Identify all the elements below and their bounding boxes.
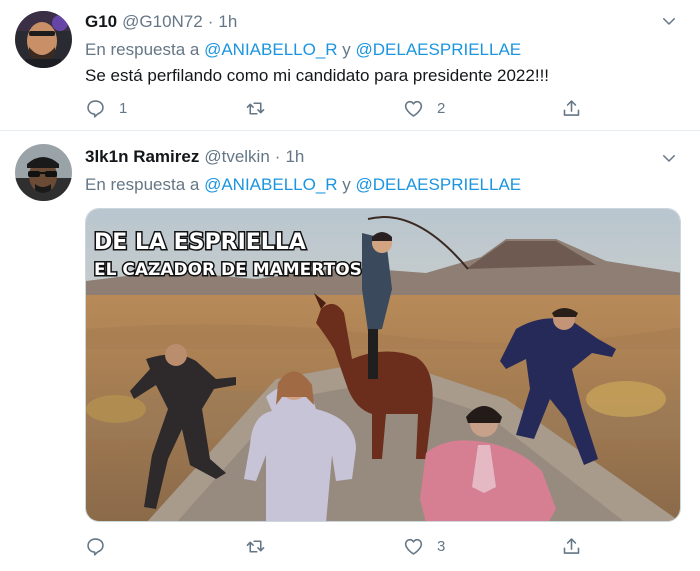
mention-link[interactable]: @ANIABELLO_R xyxy=(204,175,337,194)
reply-button[interactable]: 1 xyxy=(85,96,127,120)
chevron-down-icon[interactable] xyxy=(660,149,678,167)
reply-context: En respuesta a @ANIABELLO_R y @DELAESPRI… xyxy=(85,175,521,195)
share-icon xyxy=(563,537,580,554)
like-icon xyxy=(404,100,423,117)
user-handle[interactable]: @tvelkin xyxy=(204,147,269,167)
separator-dot: · xyxy=(274,147,281,166)
reply-prefix: En respuesta a xyxy=(85,40,205,59)
like-count: 3 xyxy=(437,537,446,555)
reply-button[interactable] xyxy=(85,534,119,558)
tweet-media-image[interactable]: DE LA ESPRIELLA EL CAZADOR DE MAMERTOS xyxy=(85,208,681,522)
meme-caption-title: DE LA ESPRIELLA xyxy=(94,230,306,255)
tweet-header: G10 @G10N72 · 1h xyxy=(85,12,237,34)
share-button[interactable] xyxy=(561,534,582,558)
like-icon xyxy=(404,538,423,555)
tweet-actions: 1 2 xyxy=(85,96,585,120)
separator-dot: · xyxy=(207,12,214,31)
meme-image: DE LA ESPRIELLA EL CAZADOR DE MAMERTOS xyxy=(86,209,680,521)
retweet-icon xyxy=(246,101,265,115)
reply-count: 1 xyxy=(119,99,128,117)
retweet-button[interactable] xyxy=(245,534,279,558)
meme-caption-subtitle: EL CAZADOR DE MAMERTOS xyxy=(94,260,362,280)
tweet-header: 3lk1n Ramirez @tvelkin · 1h xyxy=(85,147,304,169)
tweet-text: Se está perfilando como mi candidato par… xyxy=(85,66,550,85)
reply-prefix: En respuesta a xyxy=(85,175,205,194)
timestamp[interactable]: 1h xyxy=(285,147,304,167)
like-button[interactable]: 2 xyxy=(403,96,445,120)
reply-icon xyxy=(87,99,104,118)
like-count: 2 xyxy=(437,99,446,117)
user-handle[interactable]: @G10N72 xyxy=(122,12,203,32)
tweet[interactable]: 3lk1n Ramirez @tvelkin · 1h En respuesta… xyxy=(0,132,700,571)
display-name[interactable]: G10 xyxy=(85,12,117,32)
mention-link[interactable]: @DELAESPRIELLAE xyxy=(356,40,522,59)
reply-joiner: y xyxy=(337,175,356,194)
avatar[interactable] xyxy=(15,144,72,201)
mention-link[interactable]: @DELAESPRIELLAE xyxy=(356,175,522,194)
retweet-button[interactable] xyxy=(245,96,279,120)
tweet[interactable]: G10 @G10N72 · 1h En respuesta a @ANIABEL… xyxy=(0,0,700,131)
avatar[interactable] xyxy=(15,11,72,68)
display-name[interactable]: 3lk1n Ramirez xyxy=(85,147,199,167)
like-button[interactable]: 3 xyxy=(403,534,445,558)
reply-joiner: y xyxy=(337,40,356,59)
tweet-actions: 3 xyxy=(85,534,585,558)
share-button[interactable] xyxy=(561,96,582,120)
reply-context: En respuesta a @ANIABELLO_R y @DELAESPRI… xyxy=(85,40,521,60)
chevron-down-icon[interactable] xyxy=(660,12,678,30)
reply-icon xyxy=(87,537,104,556)
share-icon xyxy=(563,99,580,116)
timestamp[interactable]: 1h xyxy=(218,12,237,32)
retweet-icon xyxy=(246,539,265,553)
mention-link[interactable]: @ANIABELLO_R xyxy=(204,40,337,59)
